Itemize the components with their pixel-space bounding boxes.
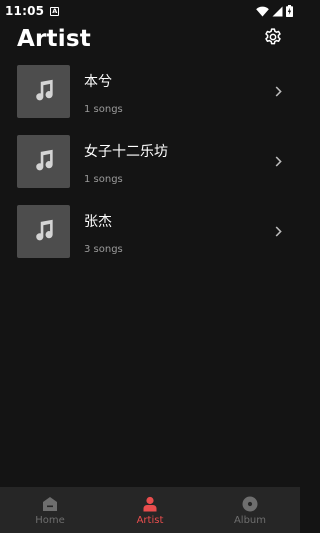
disc-icon [241, 495, 259, 513]
artist-row[interactable]: 本兮 1 songs [0, 62, 300, 132]
music-note-icon [31, 77, 57, 107]
settings-button[interactable] [262, 28, 284, 50]
app-screen: 11:05 A Artist 本兮 1 songs 女子十二乐坊 1 songs… [0, 0, 300, 533]
music-note-icon [31, 147, 57, 177]
notification-icon: A [50, 6, 60, 16]
nav-label-album: Album [233, 515, 267, 526]
artist-artwork [17, 65, 70, 118]
battery-charging-icon [286, 2, 293, 21]
status-time: 11:05 [5, 4, 45, 18]
status-left: 11:05 A [5, 4, 60, 18]
status-right [256, 2, 293, 21]
artist-row[interactable]: 女子十二乐坊 1 songs [0, 132, 300, 202]
nav-item-album[interactable]: Album [200, 487, 300, 533]
artist-artwork [17, 135, 70, 188]
nav-label-artist: Artist [136, 515, 164, 526]
header: Artist [0, 24, 300, 54]
status-bar: 11:05 A [0, 0, 300, 22]
chevron-right-icon [273, 154, 283, 168]
chevron-right-icon [273, 224, 283, 238]
gear-icon [263, 27, 283, 51]
artist-song-count: 3 songs [84, 244, 123, 255]
artist-row[interactable]: 张杰 3 songs [0, 202, 300, 272]
artist-song-count: 1 songs [84, 104, 123, 115]
wifi-icon [256, 2, 269, 21]
person-icon [141, 495, 159, 513]
artist-name: 本兮 [84, 74, 112, 90]
artist-song-count: 1 songs [84, 174, 123, 185]
artist-list: 本兮 1 songs 女子十二乐坊 1 songs 张杰 3 songs [0, 62, 300, 272]
bottom-nav: Home Artist Album [0, 487, 300, 533]
nav-item-artist[interactable]: Artist [100, 487, 200, 533]
home-icon [41, 495, 59, 513]
nav-item-home[interactable]: Home [0, 487, 100, 533]
artist-artwork [17, 205, 70, 258]
music-note-icon [31, 217, 57, 247]
artist-name: 女子十二乐坊 [84, 144, 168, 160]
artist-name: 张杰 [84, 214, 112, 230]
signal-icon [272, 2, 283, 21]
page-title: Artist [17, 26, 91, 52]
nav-label-home: Home [35, 515, 65, 526]
chevron-right-icon [273, 84, 283, 98]
